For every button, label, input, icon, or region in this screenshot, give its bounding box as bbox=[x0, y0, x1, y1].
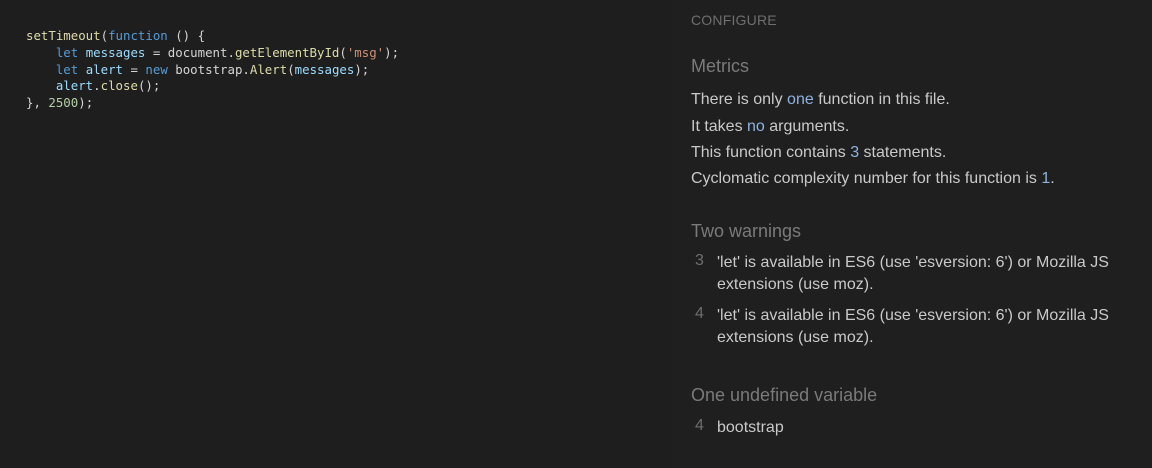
warning-item[interactable]: 4 'let' is available in ES6 (use 'esvers… bbox=[691, 305, 1131, 351]
warning-line-number[interactable]: 3 bbox=[695, 252, 713, 270]
metric-text: statements. bbox=[859, 144, 947, 161]
metric-value: 1 bbox=[1041, 170, 1051, 187]
code-line-5: }, 2500); bbox=[26, 95, 94, 111]
metric-text: arguments. bbox=[764, 118, 850, 135]
code-editor[interactable]: setTimeout(function () { let messages = … bbox=[0, 0, 672, 468]
warning-line-number[interactable]: 4 bbox=[695, 305, 713, 323]
code-line-2: let messages = document.getElementById('… bbox=[55, 44, 400, 60]
code-line-1: setTimeout(function () { bbox=[26, 28, 206, 43]
metric-statements: This function contains 3 statements. bbox=[691, 144, 946, 162]
undefined-variable-item[interactable]: 4 bootstrap bbox=[691, 417, 1131, 441]
metric-complexity: Cyclomatic complexity number for this fu… bbox=[691, 170, 1055, 188]
metric-arguments: It takes no arguments. bbox=[691, 118, 849, 136]
undefined-variable-name: bootstrap bbox=[717, 419, 784, 436]
metric-function-count: There is only one function in this file. bbox=[691, 91, 950, 109]
metric-value: no bbox=[747, 118, 765, 135]
undefined-variables-heading: One undefined variable bbox=[691, 385, 878, 405]
code-block[interactable]: setTimeout(function () { let messages = … bbox=[26, 28, 399, 112]
metric-text: Cyclomatic complexity number for this fu… bbox=[691, 170, 1042, 187]
metric-text: There is only bbox=[691, 91, 788, 108]
metric-value: one bbox=[787, 91, 814, 108]
code-line-4: alert.close(); bbox=[55, 78, 161, 94]
metric-text: This function contains bbox=[691, 144, 851, 161]
code-line-3: let alert = new bootstrap.Alert(messages… bbox=[55, 61, 370, 77]
configure-link[interactable]: CONFIGURE bbox=[691, 12, 777, 28]
metrics-heading: Metrics bbox=[691, 56, 749, 76]
warnings-heading: Two warnings bbox=[691, 221, 802, 241]
undefined-line-number[interactable]: 4 bbox=[695, 417, 713, 435]
metric-value: 3 bbox=[850, 144, 860, 161]
metric-text: function in this file. bbox=[813, 91, 950, 108]
metric-text: It takes bbox=[691, 118, 748, 135]
warning-message: 'let' is available in ES6 (use 'esversio… bbox=[717, 307, 1109, 346]
metric-text: . bbox=[1050, 170, 1055, 187]
warning-message: 'let' is available in ES6 (use 'esversio… bbox=[717, 254, 1109, 293]
warning-item[interactable]: 3 'let' is available in ES6 (use 'esvers… bbox=[691, 252, 1131, 298]
report-panel: CONFIGURE Metrics There is only one func… bbox=[672, 0, 1152, 468]
